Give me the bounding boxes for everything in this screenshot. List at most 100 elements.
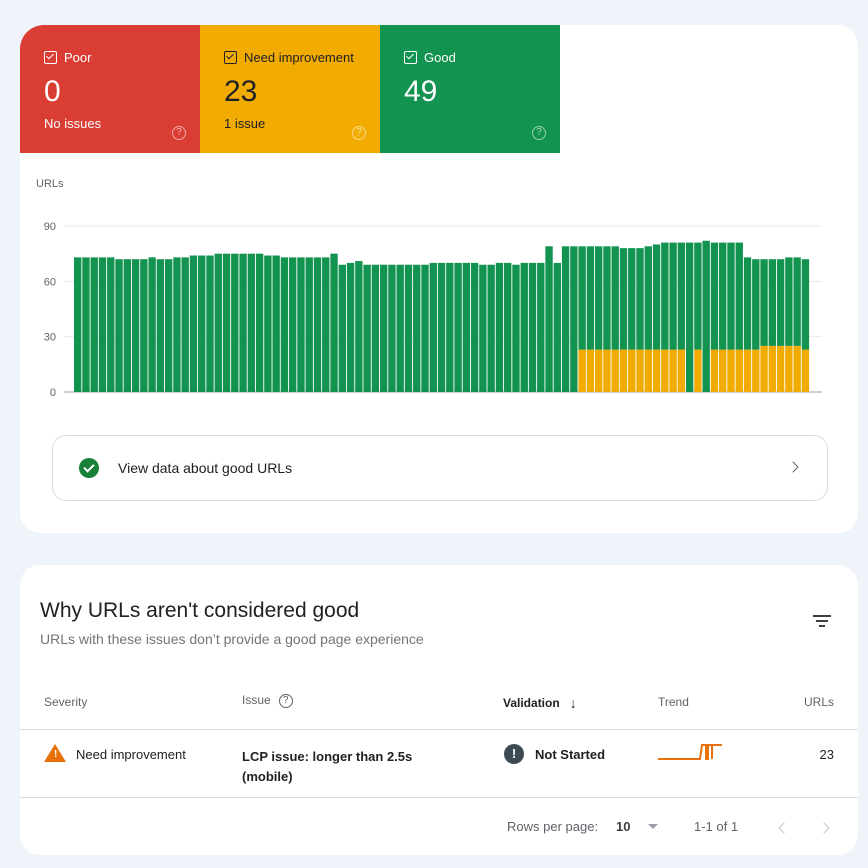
bar-good[interactable] [429,262,437,392]
bar-good[interactable] [330,253,338,392]
bar-good[interactable] [454,262,462,392]
bar-good[interactable] [594,246,603,350]
bar-good[interactable] [148,257,156,392]
bar-good[interactable] [760,259,768,346]
bar-good[interactable] [156,259,165,392]
bar-need-improvement[interactable] [661,349,669,392]
bar-good[interactable] [98,257,107,392]
bar-good[interactable] [644,246,652,350]
bar-good[interactable] [528,262,537,392]
bar-need-improvement[interactable] [586,349,595,392]
bar-good[interactable] [785,257,793,346]
rows-per-page-select[interactable]: 10 [616,819,659,834]
bar-good[interactable] [793,257,801,346]
bar-good[interactable] [231,253,239,392]
bar-need-improvement[interactable] [636,349,644,392]
bar-good[interactable] [710,242,719,350]
bar-good[interactable] [363,264,371,392]
bar-good[interactable] [685,242,694,392]
bar-need-improvement[interactable] [735,349,743,392]
bar-good[interactable] [164,259,173,392]
help-icon[interactable]: ? [532,126,546,140]
bar-good[interactable] [636,248,644,350]
bar-good[interactable] [694,242,702,350]
bar-good[interactable] [735,242,743,350]
bar-good[interactable] [702,240,710,392]
bar-need-improvement[interactable] [644,349,652,392]
bar-need-improvement[interactable] [677,349,686,392]
bar-good[interactable] [545,246,553,392]
bar-good[interactable] [272,255,280,392]
bar-good[interactable] [123,259,131,392]
tile-poor[interactable]: Poor 0 No issues ? [20,25,200,153]
bar-good[interactable] [239,253,247,392]
bar-need-improvement[interactable] [719,349,727,392]
bar-good[interactable] [743,257,752,350]
col-severity[interactable]: Severity [44,695,87,709]
bar-good[interactable] [570,246,578,392]
bar-good[interactable] [586,246,595,350]
bar-good[interactable] [264,255,272,392]
bar-good[interactable] [280,257,289,392]
bar-need-improvement[interactable] [768,345,777,392]
bar-good[interactable] [396,264,404,392]
bar-need-improvement[interactable] [752,349,760,392]
bar-good[interactable] [479,264,487,392]
bar-need-improvement[interactable] [694,349,702,392]
bar-good[interactable] [520,262,528,392]
prev-page-button[interactable] [778,822,790,834]
filter-icon[interactable] [810,609,834,633]
bar-need-improvement[interactable] [603,349,611,392]
bar-good[interactable] [413,264,421,392]
bar-good[interactable] [305,257,313,392]
bar-good[interactable] [338,264,346,392]
bar-need-improvement[interactable] [669,349,677,392]
tile-need-improvement[interactable]: Need improvement 23 1 issue ? [200,25,380,153]
checkbox-need-improvement[interactable] [224,50,237,64]
bar-good[interactable] [206,255,214,392]
bar-good[interactable] [661,242,669,350]
bar-good[interactable] [776,259,785,346]
bar-need-improvement[interactable] [628,349,636,392]
bar-good[interactable] [446,262,454,392]
bar-good[interactable] [470,262,479,392]
bar-need-improvement[interactable] [710,349,719,392]
bar-good[interactable] [313,257,322,392]
bar-need-improvement[interactable] [619,349,628,392]
bar-good[interactable] [603,246,611,350]
bar-good[interactable] [669,242,677,350]
table-row[interactable]: ! Need improvement LCP issue: longer tha… [20,730,858,798]
bar-good[interactable] [181,257,189,392]
bar-good[interactable] [619,248,628,350]
bar-good[interactable] [437,262,446,392]
bar-good[interactable] [74,257,82,392]
col-urls[interactable]: URLs [804,695,834,709]
bar-good[interactable] [677,242,686,350]
bar-good[interactable] [768,259,777,346]
bar-good[interactable] [578,246,586,350]
bar-good[interactable] [537,262,545,392]
bar-good[interactable] [719,242,727,350]
tile-good[interactable]: Good 49 ? [380,25,560,153]
bar-good[interactable] [379,264,388,392]
bar-good[interactable] [222,253,231,392]
view-good-urls-button[interactable]: View data about good URLs [52,435,828,501]
col-issue[interactable]: Issue? [242,693,293,708]
checkbox-poor[interactable] [44,50,57,64]
bar-good[interactable] [131,259,140,392]
help-icon[interactable]: ? [278,693,293,708]
issue-name[interactable]: LCP issue: longer than 2.5s (mobile) [242,747,412,787]
bar-good[interactable] [289,257,297,392]
bar-good[interactable] [553,262,562,392]
bar-good[interactable] [504,262,512,392]
bar-good[interactable] [173,257,181,392]
bar-good[interactable] [346,262,355,392]
bar-good[interactable] [82,257,90,392]
bar-need-improvement[interactable] [727,349,735,392]
checkbox-good[interactable] [404,50,417,64]
bar-good[interactable] [90,257,98,392]
bar-good[interactable] [652,244,661,350]
bar-need-improvement[interactable] [793,345,801,392]
bar-need-improvement[interactable] [785,345,793,392]
bar-good[interactable] [727,242,735,350]
